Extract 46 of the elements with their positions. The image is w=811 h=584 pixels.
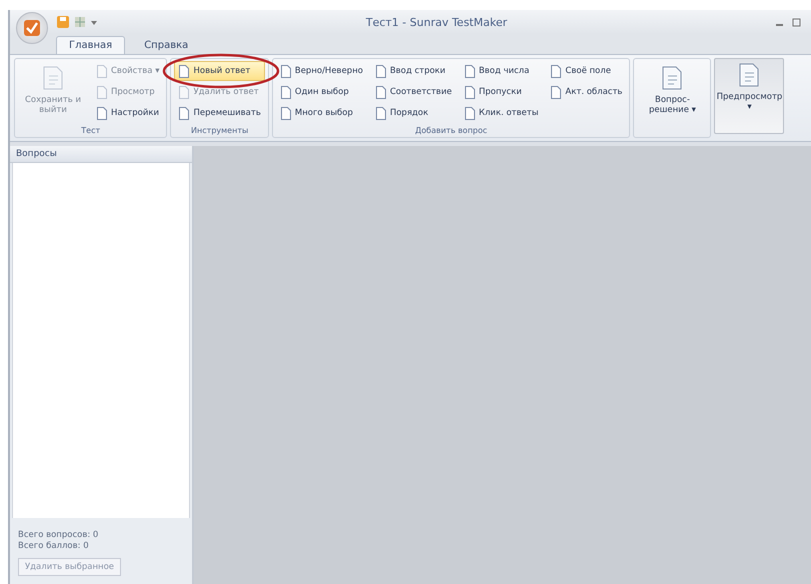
stat-text: Всего баллов: 0 [18,541,90,551]
ribbon-tab[interactable]: Справка [131,36,202,54]
document-icon [550,64,562,78]
document-icon [464,64,476,78]
ribbon-button[interactable]: Много выбор [276,103,367,123]
document-icon [464,106,476,120]
document-icon [96,86,108,98]
group-label: Инструменты [190,125,250,137]
ribbon-button[interactable]: Предпросмотр ▾ [714,58,784,134]
ribbon-button[interactable]: Клик. ответы [460,103,542,123]
document-icon [374,86,387,98]
ribbon-button[interactable]: Соответствие [370,82,456,102]
maximize-icon[interactable] [792,18,801,26]
document-icon [374,106,387,120]
group-label: Добавить вопрос [414,125,488,137]
dropdown-icon[interactable] [90,18,98,26]
ribbon-button[interactable]: Настройки [92,103,164,123]
document-icon [280,64,292,78]
document-icon [374,64,387,78]
document-icon [178,86,190,98]
panel-title: Вопросы [10,146,192,163]
app-logo-icon[interactable] [16,12,48,44]
ribbon-button[interactable]: Своё поле [546,61,626,81]
ribbon-button[interactable]: Верно/Неверно [276,61,367,81]
ribbon-button[interactable]: Один выбор [276,82,367,102]
ribbon-button[interactable]: Перемешивать [174,103,265,123]
document-icon [178,106,190,120]
ribbon-button[interactable]: Пропуски [460,82,542,102]
group-label: Тест [80,125,102,137]
ribbon-button[interactable]: Ввод числа [460,61,542,81]
stat-text: Всего вопросов: 0 [18,530,100,540]
ribbon-button[interactable]: Ввод строки [370,61,456,81]
window-title: Тест1 - Sunrav TestMaker [364,16,508,28]
document-icon [280,86,292,98]
document-icon [464,86,476,98]
document-icon [96,106,108,120]
save-icon[interactable] [56,15,70,29]
ribbon-button[interactable]: Порядок [370,103,456,123]
document-icon [178,64,190,78]
document-icon [550,86,562,98]
document-icon [96,64,108,78]
grid-icon[interactable] [74,16,86,28]
ribbon-tab[interactable]: Главная [56,36,126,54]
document-icon [280,106,292,120]
ribbon-button[interactable]: Новый ответ [174,61,265,81]
ribbon-button[interactable]: Акт. область [546,82,626,102]
